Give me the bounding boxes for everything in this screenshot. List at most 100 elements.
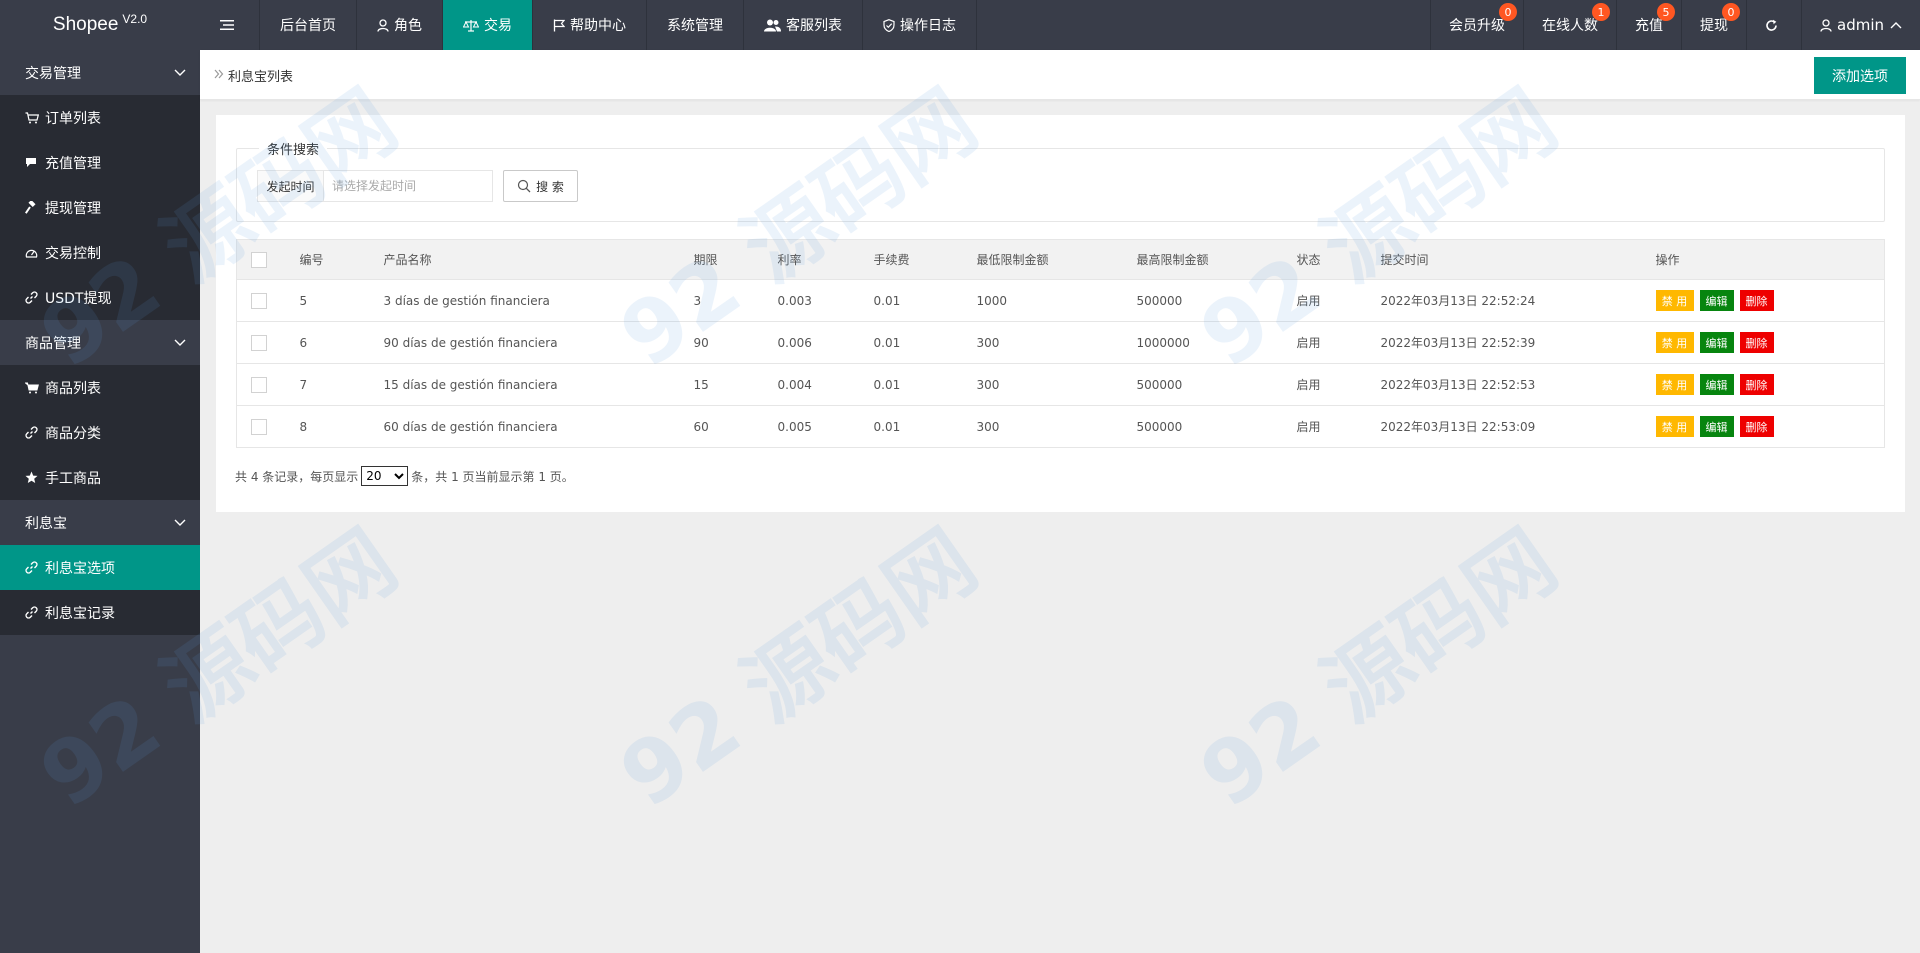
nav-member-upgrade-label: 会员升级 bbox=[1449, 18, 1505, 34]
nav-withdraw[interactable]: 提现 0 bbox=[1681, 0, 1746, 50]
edit-button[interactable]: 编辑 bbox=[1699, 290, 1734, 311]
sidebar-item-label: 利息宝记录 bbox=[45, 605, 115, 622]
chevron-down-icon bbox=[174, 515, 186, 531]
sidebar-item-trade-control[interactable]: 交易控制 bbox=[0, 230, 200, 275]
cell-max: 1000000 bbox=[1136, 321, 1297, 364]
star-icon bbox=[25, 471, 41, 484]
pagination: 共 4 条记录，每页显示 20 条，共 1 页当前显示第 1 页。 bbox=[235, 466, 574, 486]
cell-rate: 0.005 bbox=[777, 419, 812, 434]
edit-button[interactable]: 编辑 bbox=[1699, 374, 1734, 395]
user-menu[interactable]: admin bbox=[1801, 0, 1920, 50]
cart-icon bbox=[25, 111, 41, 124]
page-size-select[interactable]: 20 bbox=[361, 466, 409, 486]
edit-button[interactable]: 编辑 bbox=[1699, 416, 1734, 437]
recharge-badge: 5 bbox=[1657, 3, 1675, 21]
table-row: 7 15 días de gestión financiera 15 0.004… bbox=[236, 363, 1885, 406]
col-header-min: 最低限制金额 bbox=[976, 239, 1137, 280]
menu-toggle-button[interactable] bbox=[200, 0, 260, 50]
link-icon bbox=[25, 291, 41, 304]
nav-help[interactable]: 帮助中心 bbox=[533, 0, 647, 50]
interest-table: 编号 产品名称 期限 利率 手续费 最低限制金额 最高限制金额 状态 提交时间 … bbox=[236, 239, 1885, 448]
search-legend: 条件搜索 bbox=[259, 139, 328, 158]
cell-rate: 0.003 bbox=[777, 279, 874, 322]
sidebar-item-orders[interactable]: 订单列表 bbox=[0, 95, 200, 140]
breadcrumb: 利息宝列表 bbox=[214, 66, 293, 85]
hammer-icon bbox=[25, 201, 41, 214]
nav-online-users[interactable]: 在线人数 1 bbox=[1523, 0, 1616, 50]
refresh-button[interactable] bbox=[1746, 0, 1801, 50]
menu-icon bbox=[220, 19, 234, 31]
sidebar-item-usdt-withdraw[interactable]: USDT提现 bbox=[0, 275, 200, 320]
member-upgrade-badge: 0 bbox=[1499, 3, 1517, 21]
disable-button[interactable]: 禁 用 bbox=[1655, 332, 1694, 353]
sidebar-item-interest-records[interactable]: 利息宝记录 bbox=[0, 590, 200, 635]
nav-recharge[interactable]: 充值 5 bbox=[1616, 0, 1681, 50]
nav-trade[interactable]: 交易 bbox=[443, 0, 533, 50]
add-option-button[interactable]: 添加选项 bbox=[1814, 57, 1906, 94]
sidebar-item-manual-goods[interactable]: 手工商品 bbox=[0, 455, 200, 500]
search-icon bbox=[517, 179, 531, 193]
sidebar-item-label: 提现管理 bbox=[45, 200, 101, 217]
nav-online-users-label: 在线人数 bbox=[1542, 18, 1598, 34]
cell-id: 7 bbox=[299, 363, 384, 406]
start-time-input[interactable] bbox=[323, 170, 493, 202]
nav-home[interactable]: 后台首页 bbox=[260, 0, 357, 50]
sidebar-item-interest-options[interactable]: 利息宝选项 bbox=[0, 545, 200, 590]
row-checkbox[interactable] bbox=[251, 334, 267, 351]
nav-trade-label: 交易 bbox=[484, 18, 512, 34]
chevron-up-icon bbox=[1890, 21, 1902, 29]
shield-icon bbox=[883, 18, 895, 32]
nav-role-label: 角色 bbox=[394, 18, 422, 34]
sidebar-item-goods-list[interactable]: 商品列表 bbox=[0, 365, 200, 410]
delete-button[interactable]: 删除 bbox=[1739, 290, 1774, 311]
main-content: 利息宝列表 添加选项 条件搜索 发起时间 搜 索 编号 产品名称 期限 bbox=[200, 50, 1920, 953]
col-header-status: 状态 bbox=[1296, 239, 1381, 280]
delete-button[interactable]: 删除 bbox=[1739, 416, 1774, 437]
cell-min: 300 bbox=[976, 321, 1137, 364]
logo[interactable]: Shopee V2.0 bbox=[0, 0, 200, 50]
cell-rate: 0.006 bbox=[777, 321, 874, 364]
cell-term: 15 bbox=[693, 363, 778, 406]
start-time-label: 发起时间 bbox=[257, 170, 323, 202]
sidebar-group-goods[interactable]: 商品管理 bbox=[0, 320, 200, 365]
sidebar-item-recharge[interactable]: 充值管理 bbox=[0, 140, 200, 185]
nav-log[interactable]: 操作日志 bbox=[863, 0, 977, 50]
select-all-checkbox[interactable] bbox=[251, 251, 267, 268]
cell-term: 60 bbox=[693, 419, 709, 434]
link-icon bbox=[25, 426, 41, 439]
header-checkbox-cell bbox=[236, 239, 300, 280]
cell-actions: 禁 用编辑 删除 bbox=[1655, 406, 1885, 448]
breadcrumb-bar: 利息宝列表 添加选项 bbox=[200, 50, 1920, 100]
nav-system[interactable]: 系统管理 bbox=[647, 0, 744, 50]
disable-button[interactable]: 禁 用 bbox=[1655, 416, 1694, 437]
cell-fee: 0.01 bbox=[873, 363, 977, 406]
col-header-time: 提交时间 bbox=[1380, 239, 1656, 280]
nav-service[interactable]: 客服列表 bbox=[744, 0, 863, 50]
row-checkbox[interactable] bbox=[251, 418, 267, 435]
sidebar-group-trade[interactable]: 交易管理 bbox=[0, 50, 200, 95]
cell-time: 2022年03月13日 22:53:09 bbox=[1380, 420, 1536, 434]
cell-name: 3 días de gestión financiera bbox=[383, 279, 694, 322]
table-row: 5 3 días de gestión financiera 3 0.003 0… bbox=[236, 279, 1885, 322]
table-row: 6 90 días de gestión financiera 90 0.006… bbox=[236, 321, 1885, 364]
disable-button[interactable]: 禁 用 bbox=[1655, 290, 1694, 311]
sidebar-item-goods-category[interactable]: 商品分类 bbox=[0, 410, 200, 455]
nav-role[interactable]: 角色 bbox=[357, 0, 443, 50]
delete-button[interactable]: 删除 bbox=[1739, 332, 1774, 353]
row-checkbox[interactable] bbox=[251, 376, 267, 393]
top-nav: 后台首页 角色 交易 帮助中心 系统管理 客服列表 操作日志 bbox=[200, 0, 977, 50]
disable-button[interactable]: 禁 用 bbox=[1655, 374, 1694, 395]
row-checkbox[interactable] bbox=[251, 292, 267, 309]
delete-button[interactable]: 删除 bbox=[1739, 374, 1774, 395]
sidebar-item-withdraw[interactable]: 提现管理 bbox=[0, 185, 200, 230]
nav-member-upgrade[interactable]: 会员升级 0 bbox=[1430, 0, 1523, 50]
search-button[interactable]: 搜 索 bbox=[503, 170, 578, 202]
scale-icon bbox=[463, 19, 479, 32]
edit-button[interactable]: 编辑 bbox=[1699, 332, 1734, 353]
cell-max: 500000 bbox=[1136, 363, 1297, 406]
user-icon bbox=[1820, 18, 1832, 32]
sidebar-group-label: 交易管理 bbox=[25, 65, 81, 82]
cell-status: 启用 bbox=[1296, 363, 1381, 406]
sidebar-group-interest[interactable]: 利息宝 bbox=[0, 500, 200, 545]
col-header-name: 产品名称 bbox=[383, 239, 694, 280]
